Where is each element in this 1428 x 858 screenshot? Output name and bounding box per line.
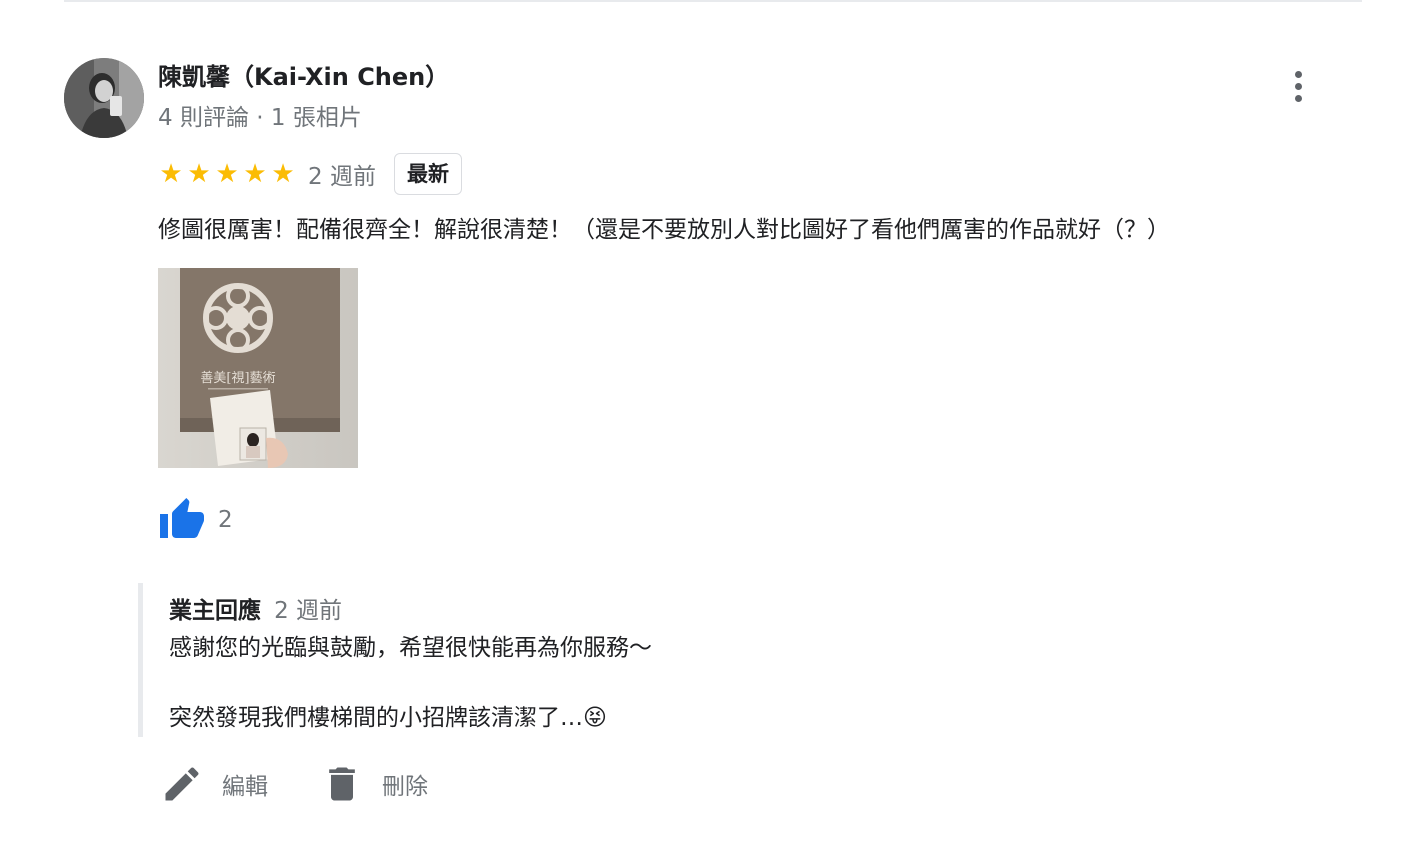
owner-reply-time: 2 週前 [274,598,343,624]
more-options-button[interactable] [1280,66,1316,106]
pencil-icon [165,767,199,801]
review-actions: 編輯 刪除 [160,760,428,808]
star-rating: ★ ★ ★ ★ ★ [158,161,296,187]
edit-button[interactable]: 編輯 [160,762,268,806]
star-icon: ★ [159,159,183,189]
reviewer-avatar[interactable] [64,58,144,138]
thumbs-up-icon [160,498,204,538]
delete-label: 刪除 [382,774,428,800]
edit-label: 編輯 [222,774,268,800]
owner-reply-title: 業主回應 [169,598,261,624]
owner-reply-line-2: 突然發現我們樓梯間的小招牌該清潔了…😝 [169,705,607,731]
review-photo-image: 善美[視]藝術 [158,268,358,468]
top-divider [64,0,1362,2]
owner-reply-line-1: 感謝您的光臨與鼓勵，希望很快能再為你服務～ [169,635,652,661]
owner-reply-header: 業主回應 2 週前 [169,595,342,629]
star-icon: ★ [243,159,267,189]
like-count: 2 [218,507,233,533]
owner-reply: 業主回應 2 週前 感謝您的光臨與鼓勵，希望很快能再為你服務～ 突然發現我們樓梯… [138,583,1043,737]
new-badge: 最新 [393,153,462,195]
like-button[interactable]: 2 [158,496,233,544]
more-dot [1294,94,1302,102]
review-photo[interactable]: 善美[視]藝術 [158,268,358,468]
star-icon: ★ [215,159,239,189]
photo-sign-text: 善美[視]藝術 [200,370,275,386]
reviewer-meta: 4 則評論 · 1 張相片 [158,105,362,131]
rating-row: ★ ★ ★ ★ ★ 2 週前 最新 [158,152,462,196]
avatar-image [64,58,144,138]
more-dots-icon [1294,70,1302,78]
star-icon: ★ [271,159,295,189]
review-time: 2 週前 [308,164,376,190]
review-text: 修圖很厲害！配備很齊全！解說很清楚！（還是不要放別人對比圖好了看他們厲害的作品就… [158,217,1170,243]
trash-icon [329,767,355,801]
more-dot [1294,82,1302,90]
star-icon: ★ [187,159,211,189]
reviewer-name[interactable]: 陳凱馨（Kai-Xin Chen） [158,60,449,94]
delete-button[interactable]: 刪除 [320,762,428,806]
